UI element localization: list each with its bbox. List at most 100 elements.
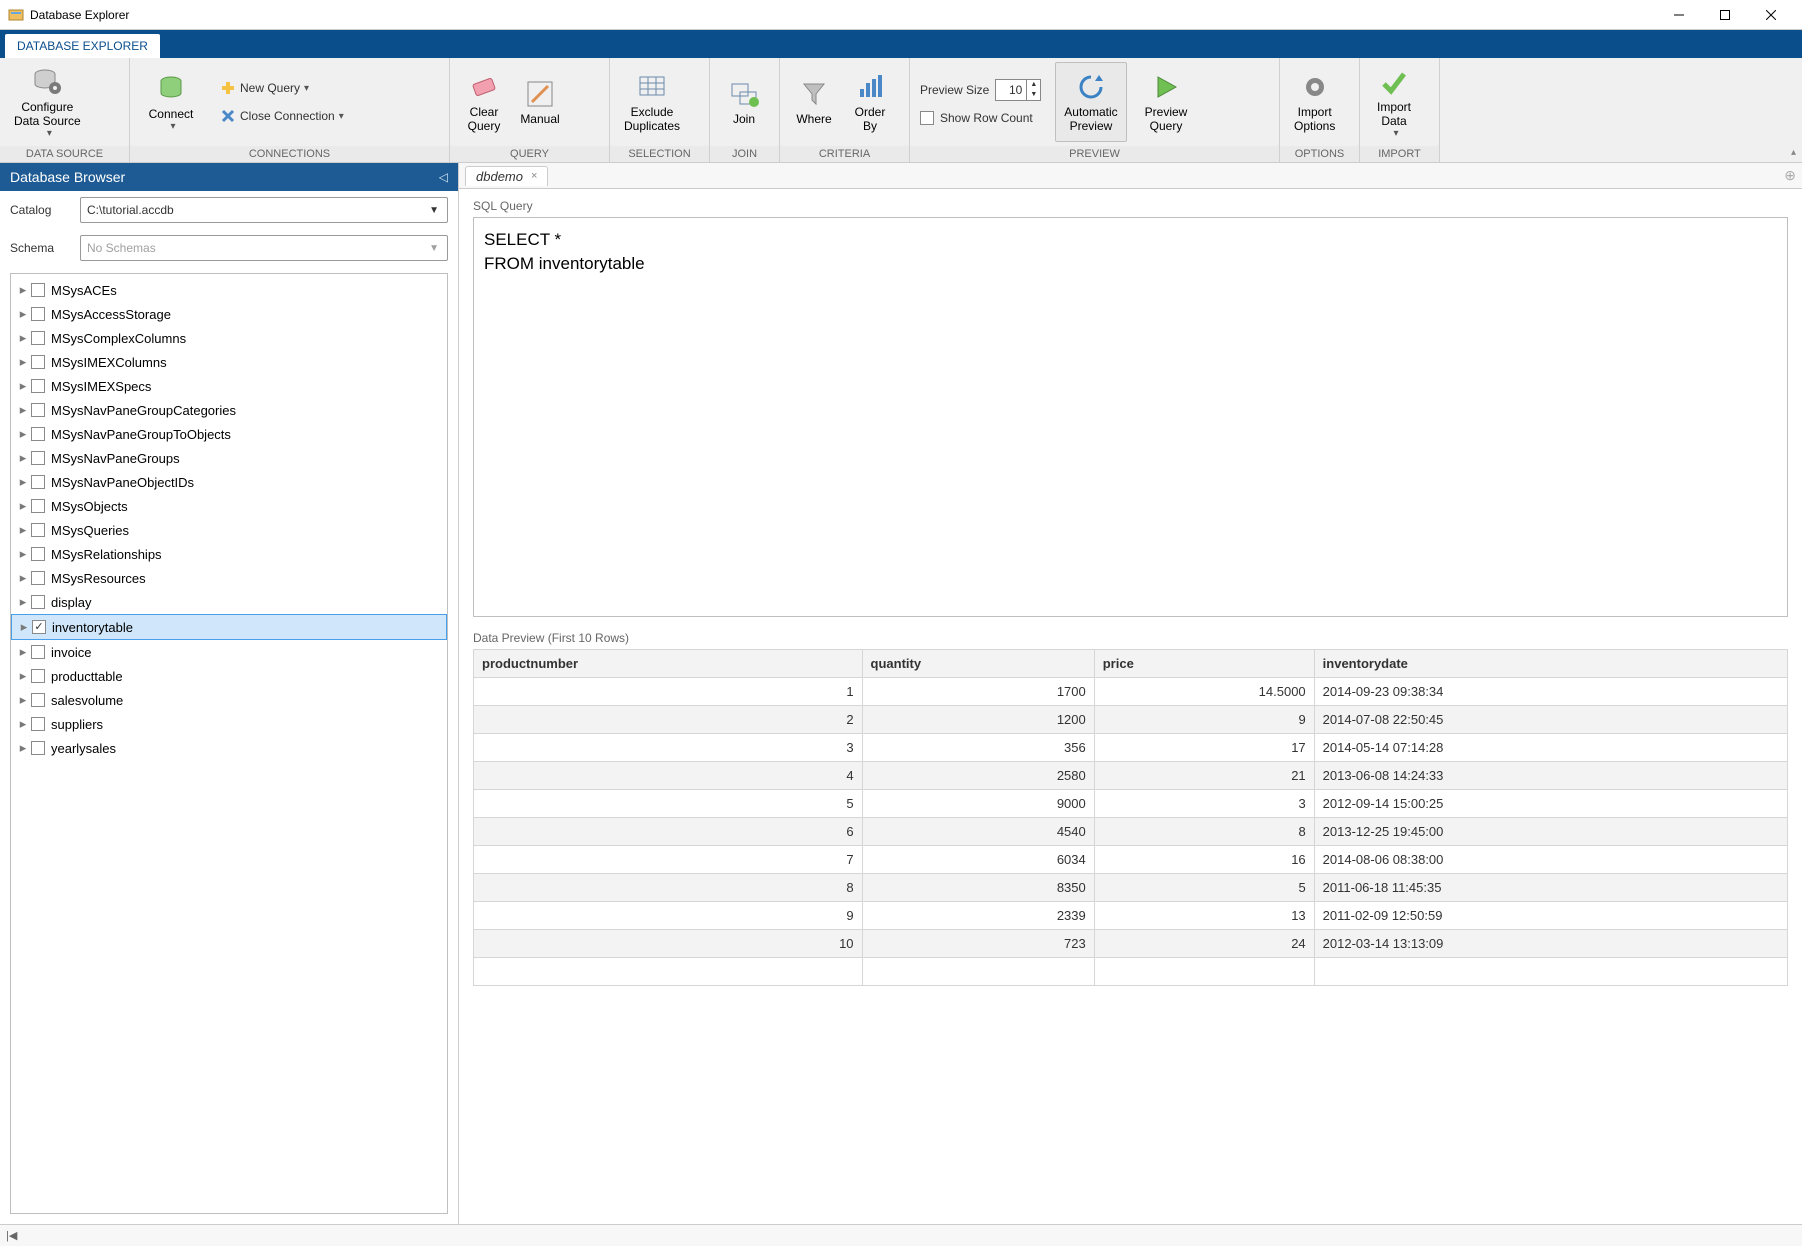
- checkbox[interactable]: [31, 379, 45, 393]
- col-price[interactable]: price: [1094, 650, 1314, 678]
- checkbox[interactable]: [31, 451, 45, 465]
- automatic-preview-button[interactable]: Automatic Preview: [1055, 62, 1126, 142]
- checkbox[interactable]: [31, 307, 45, 321]
- manual-button[interactable]: Manual: [512, 62, 568, 142]
- tree-item-msysimexcolumns[interactable]: ▸MSysIMEXColumns: [11, 350, 447, 374]
- where-button[interactable]: Where: [786, 62, 842, 142]
- sql-editor[interactable]: SELECT * FROM inventorytable: [473, 217, 1788, 617]
- expand-icon[interactable]: ▸: [18, 619, 30, 635]
- preview-query-button[interactable]: Preview Query: [1137, 62, 1196, 142]
- tree-item-msysrelationships[interactable]: ▸MSysRelationships: [11, 542, 447, 566]
- tree-item-msysresources[interactable]: ▸MSysResources: [11, 566, 447, 590]
- table-row[interactable]: 5900032012-09-14 15:00:25: [474, 790, 1788, 818]
- tree-item-msysnavpanegroupcategories[interactable]: ▸MSysNavPaneGroupCategories: [11, 398, 447, 422]
- checkbox[interactable]: [31, 741, 45, 755]
- tree-item-display[interactable]: ▸display: [11, 590, 447, 614]
- expand-icon[interactable]: ▸: [17, 426, 29, 442]
- col-productnumber[interactable]: productnumber: [474, 650, 863, 678]
- checkbox[interactable]: [31, 717, 45, 731]
- configure-data-source-button[interactable]: Configure Data Source ▾: [6, 62, 89, 142]
- tree-item-yearlysales[interactable]: ▸yearlysales: [11, 736, 447, 760]
- table-row[interactable]: 8835052011-06-18 11:45:35: [474, 874, 1788, 902]
- tree-item-invoice[interactable]: ▸invoice: [11, 640, 447, 664]
- expand-icon[interactable]: ▸: [17, 570, 29, 586]
- import-options-button[interactable]: Import Options: [1286, 62, 1343, 142]
- join-button[interactable]: Join: [716, 62, 772, 142]
- order-by-button[interactable]: Order By: [842, 62, 898, 142]
- checkbox[interactable]: [31, 283, 45, 297]
- expand-icon[interactable]: ▸: [17, 692, 29, 708]
- statusbar-first-button[interactable]: |◀: [6, 1229, 17, 1242]
- checkbox[interactable]: ✓: [32, 620, 46, 634]
- tables-tree[interactable]: ▸MSysACEs▸MSysAccessStorage▸MSysComplexC…: [10, 273, 448, 1214]
- checkbox[interactable]: [31, 645, 45, 659]
- expand-icon[interactable]: ▸: [17, 716, 29, 732]
- import-data-button[interactable]: Import Data ▾: [1366, 62, 1422, 142]
- ribbon-collapse-button[interactable]: ▴: [1791, 147, 1796, 158]
- checkbox[interactable]: [31, 693, 45, 707]
- expand-icon[interactable]: ▸: [17, 644, 29, 660]
- checkbox[interactable]: [31, 571, 45, 585]
- checkbox[interactable]: [31, 355, 45, 369]
- doc-tab-dbdemo[interactable]: dbdemo×: [465, 166, 548, 186]
- maximize-button[interactable]: [1702, 0, 1748, 30]
- tree-item-msysnavpaneobjectids[interactable]: ▸MSysNavPaneObjectIDs: [11, 470, 447, 494]
- sidebar-minimize-button[interactable]: ◁: [439, 170, 448, 184]
- expand-icon[interactable]: ▸: [17, 450, 29, 466]
- expand-icon[interactable]: ▸: [17, 402, 29, 418]
- checkbox[interactable]: [31, 523, 45, 537]
- tree-item-producttable[interactable]: ▸producttable: [11, 664, 447, 688]
- expand-icon[interactable]: ▸: [17, 546, 29, 562]
- tree-item-suppliers[interactable]: ▸suppliers: [11, 712, 447, 736]
- checkbox[interactable]: [31, 595, 45, 609]
- checkbox[interactable]: [31, 547, 45, 561]
- expand-icon[interactable]: ▸: [17, 354, 29, 370]
- table-row[interactable]: 42580212013-06-08 14:24:33: [474, 762, 1788, 790]
- table-row[interactable]: 10723242012-03-14 13:13:09: [474, 930, 1788, 958]
- expand-icon[interactable]: ▸: [17, 740, 29, 756]
- minimize-button[interactable]: [1656, 0, 1702, 30]
- tree-item-msysaces[interactable]: ▸MSysACEs: [11, 278, 447, 302]
- connect-button[interactable]: Connect ▾: [136, 62, 206, 142]
- schema-combo[interactable]: No Schemas▼: [80, 235, 448, 261]
- tree-item-inventorytable[interactable]: ▸✓inventorytable: [11, 614, 447, 640]
- expand-icon[interactable]: ▸: [17, 306, 29, 322]
- exclude-duplicates-button[interactable]: Exclude Duplicates: [616, 62, 688, 142]
- clear-query-button[interactable]: Clear Query: [456, 62, 512, 142]
- checkbox[interactable]: [31, 499, 45, 513]
- expand-icon[interactable]: ▸: [17, 378, 29, 394]
- tab-database-explorer[interactable]: DATABASE EXPLORER: [4, 33, 161, 58]
- col-quantity[interactable]: quantity: [862, 650, 1094, 678]
- table-row[interactable]: 76034162014-08-06 08:38:00: [474, 846, 1788, 874]
- col-inventorydate[interactable]: inventorydate: [1314, 650, 1787, 678]
- close-tab-button[interactable]: ×: [531, 170, 537, 182]
- table-row[interactable]: 6454082013-12-25 19:45:00: [474, 818, 1788, 846]
- filter-row[interactable]: [474, 958, 1788, 986]
- table-row[interactable]: 92339132011-02-09 12:50:59: [474, 902, 1788, 930]
- tree-item-msysimexspecs[interactable]: ▸MSysIMEXSpecs: [11, 374, 447, 398]
- new-query-button[interactable]: New Query▾: [214, 77, 350, 99]
- checkbox[interactable]: [31, 403, 45, 417]
- checkbox[interactable]: [31, 475, 45, 489]
- checkbox[interactable]: [31, 669, 45, 683]
- expand-icon[interactable]: ▸: [17, 522, 29, 538]
- tree-item-salesvolume[interactable]: ▸salesvolume: [11, 688, 447, 712]
- table-row[interactable]: 1170014.50002014-09-23 09:38:34: [474, 678, 1788, 706]
- close-button[interactable]: [1748, 0, 1794, 30]
- tree-item-msysaccessstorage[interactable]: ▸MSysAccessStorage: [11, 302, 447, 326]
- table-row[interactable]: 2120092014-07-08 22:50:45: [474, 706, 1788, 734]
- checkbox[interactable]: [31, 331, 45, 345]
- expand-icon[interactable]: ▸: [17, 594, 29, 610]
- tree-item-msysnavpanegrouptoobjects[interactable]: ▸MSysNavPaneGroupToObjects: [11, 422, 447, 446]
- tree-item-msysobjects[interactable]: ▸MSysObjects: [11, 494, 447, 518]
- close-connection-button[interactable]: Close Connection▾: [214, 105, 350, 127]
- expand-icon[interactable]: ▸: [17, 668, 29, 684]
- tree-item-msysqueries[interactable]: ▸MSysQueries: [11, 518, 447, 542]
- expand-icon[interactable]: ▸: [17, 498, 29, 514]
- preview-size-spinner[interactable]: 10 ▲ ▼: [995, 79, 1041, 101]
- table-row[interactable]: 3356172014-05-14 07:14:28: [474, 734, 1788, 762]
- doc-tab-add-button[interactable]: ⊕: [1784, 167, 1796, 184]
- tree-item-msyscomplexcolumns[interactable]: ▸MSysComplexColumns: [11, 326, 447, 350]
- expand-icon[interactable]: ▸: [17, 282, 29, 298]
- checkbox[interactable]: [31, 427, 45, 441]
